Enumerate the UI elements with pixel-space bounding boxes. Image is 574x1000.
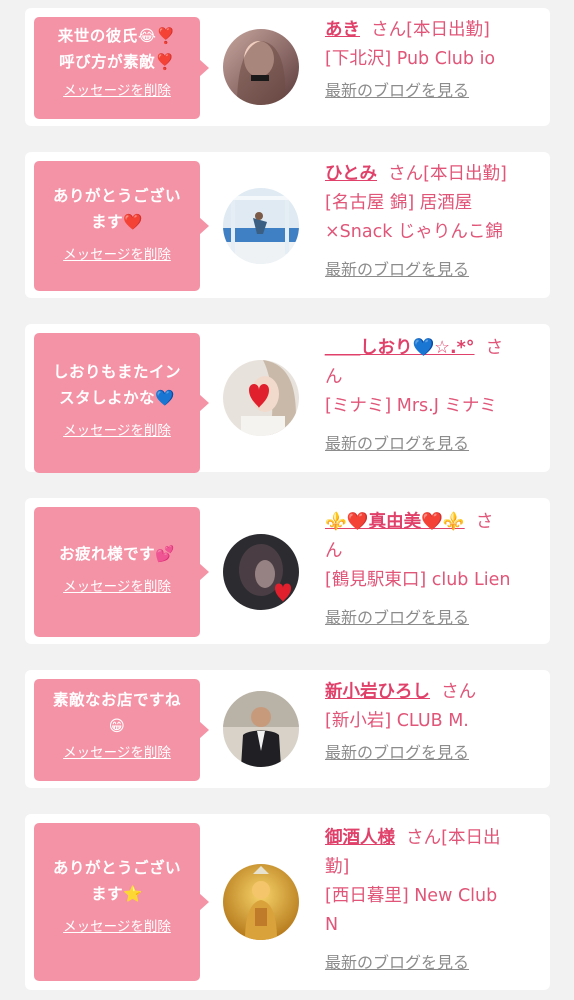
avatar-photo-man-icon	[223, 691, 299, 767]
message-text: 来世の彼氏😂❣️ 呼び方が素敵❣️	[57, 27, 177, 71]
latest-blog-link[interactable]: 最新のブログを見る	[325, 76, 540, 105]
sender-honorific: さん[本日出勤]	[371, 20, 490, 40]
latest-blog-link[interactable]: 最新のブログを見る	[325, 429, 540, 458]
sender-info: あき さん[本日出勤] [下北沢] Pub Club io 最新のブログを見る	[325, 16, 540, 105]
message-bubble: しおりもまたイン スタしよかな💙 メッセージを削除	[34, 333, 209, 473]
sender-honorific: さん	[441, 682, 477, 702]
message-card: 来世の彼氏😂❣️ 呼び方が素敵❣️ メッセージを削除 あき さん[本日出勤] […	[25, 8, 550, 126]
shop-name: [下北沢] Pub Club io	[325, 49, 496, 69]
message-text: お疲れ様です💕	[59, 545, 175, 563]
sender-name-link[interactable]: ひとみ	[325, 164, 377, 184]
delete-message-link[interactable]: メッセージを削除	[63, 575, 171, 595]
avatar[interactable]	[223, 864, 299, 940]
avatar-photo-beach-icon	[223, 188, 299, 264]
latest-blog-link[interactable]: 最新のブログを見る	[325, 255, 540, 284]
avatar[interactable]	[223, 534, 299, 610]
avatar-photo-dark-icon	[223, 534, 299, 610]
latest-blog-link[interactable]: 最新のブログを見る	[325, 603, 540, 632]
latest-blog-link[interactable]: 最新のブログを見る	[325, 738, 540, 767]
delete-message-link[interactable]: メッセージを削除	[63, 243, 171, 263]
avatar-photo-heart-icon	[223, 360, 299, 436]
message-card: ありがとうござい ます⭐ メッセージを削除 御酒人様 さん[本日出 勤] [西日…	[25, 814, 550, 990]
sender-name-link[interactable]: あき	[325, 20, 360, 40]
sender-info: 御酒人様 さん[本日出 勤] [西日暮里] New Club N 最新のブログを…	[325, 824, 540, 977]
sender-info: ＿＿しおり💙☆.*° さ ん [ミナミ] Mrs.J ミナミ 最新のブログを見る	[325, 334, 540, 458]
message-bubble: 素敵なお店ですね 😁 メッセージを削除	[34, 679, 209, 781]
delete-message-link[interactable]: メッセージを削除	[63, 915, 171, 935]
latest-blog-link[interactable]: 最新のブログを見る	[325, 948, 540, 977]
sender-name-link[interactable]: 新小岩ひろし	[325, 682, 430, 702]
message-list: 来世の彼氏😂❣️ 呼び方が素敵❣️ メッセージを削除 あき さん[本日出勤] […	[0, 0, 574, 1000]
message-text: ありがとうござい ます❤️	[52, 187, 181, 231]
sender-info: ひとみ さん[本日出勤] [名古屋 錦] 居酒屋 ×Snack じゃりんこ錦 最…	[325, 160, 540, 284]
shop-name: [新小岩] CLUB M.	[325, 711, 469, 731]
avatar[interactable]	[223, 29, 299, 105]
avatar-photo-gold-icon	[223, 864, 299, 940]
shop-name: [西日暮里] New Club N	[325, 886, 498, 935]
message-bubble: お疲れ様です💕 メッセージを削除	[34, 507, 209, 637]
sender-name-link[interactable]: ＿＿しおり💙☆.*°	[325, 338, 475, 358]
shop-name: [名古屋 錦] 居酒屋 ×Snack じゃりんこ錦	[325, 193, 503, 242]
sender-honorific: さん[本日出勤]	[388, 164, 507, 184]
delete-message-link[interactable]: メッセージを削除	[63, 741, 171, 761]
message-text: 素敵なお店ですね 😁	[52, 691, 181, 735]
sender-name-link[interactable]: ⚜️❤️真由美❤️⚜️	[325, 512, 465, 532]
message-card: ありがとうござい ます❤️ メッセージを削除 ひとみ さん[本日出勤] [名古屋…	[25, 152, 550, 298]
message-bubble: 来世の彼氏😂❣️ 呼び方が素敵❣️ メッセージを削除	[34, 17, 209, 119]
avatar-photo-woman-icon	[223, 29, 299, 105]
message-text: しおりもまたイン スタしよかな💙	[52, 363, 181, 407]
message-card: お疲れ様です💕 メッセージを削除 ⚜️❤️真由美❤️⚜️ さ ん [鶴見駅東口]…	[25, 498, 550, 644]
delete-message-link[interactable]: メッセージを削除	[63, 79, 171, 99]
sender-info: 新小岩ひろし さん [新小岩] CLUB M. 最新のブログを見る	[325, 678, 540, 767]
shop-name: [ミナミ] Mrs.J ミナミ	[325, 396, 497, 416]
avatar[interactable]	[223, 188, 299, 264]
sender-name-link[interactable]: 御酒人様	[325, 828, 395, 848]
message-bubble: ありがとうござい ます❤️ メッセージを削除	[34, 161, 209, 291]
message-card: しおりもまたイン スタしよかな💙 メッセージを削除 ＿＿しおり💙☆.*° さ ん…	[25, 324, 550, 473]
delete-message-link[interactable]: メッセージを削除	[63, 419, 171, 439]
message-text: ありがとうござい ます⭐	[52, 859, 181, 903]
message-card: 素敵なお店ですね 😁 メッセージを削除 新小岩ひろし さん [新小岩] CLUB…	[25, 670, 550, 788]
sender-info: ⚜️❤️真由美❤️⚜️ さ ん [鶴見駅東口] club Lien 最新のブログ…	[325, 508, 540, 632]
shop-name: [鶴見駅東口] club Lien	[325, 570, 511, 590]
avatar[interactable]	[223, 360, 299, 436]
message-bubble: ありがとうござい ます⭐ メッセージを削除	[34, 823, 209, 981]
avatar[interactable]	[223, 691, 299, 767]
